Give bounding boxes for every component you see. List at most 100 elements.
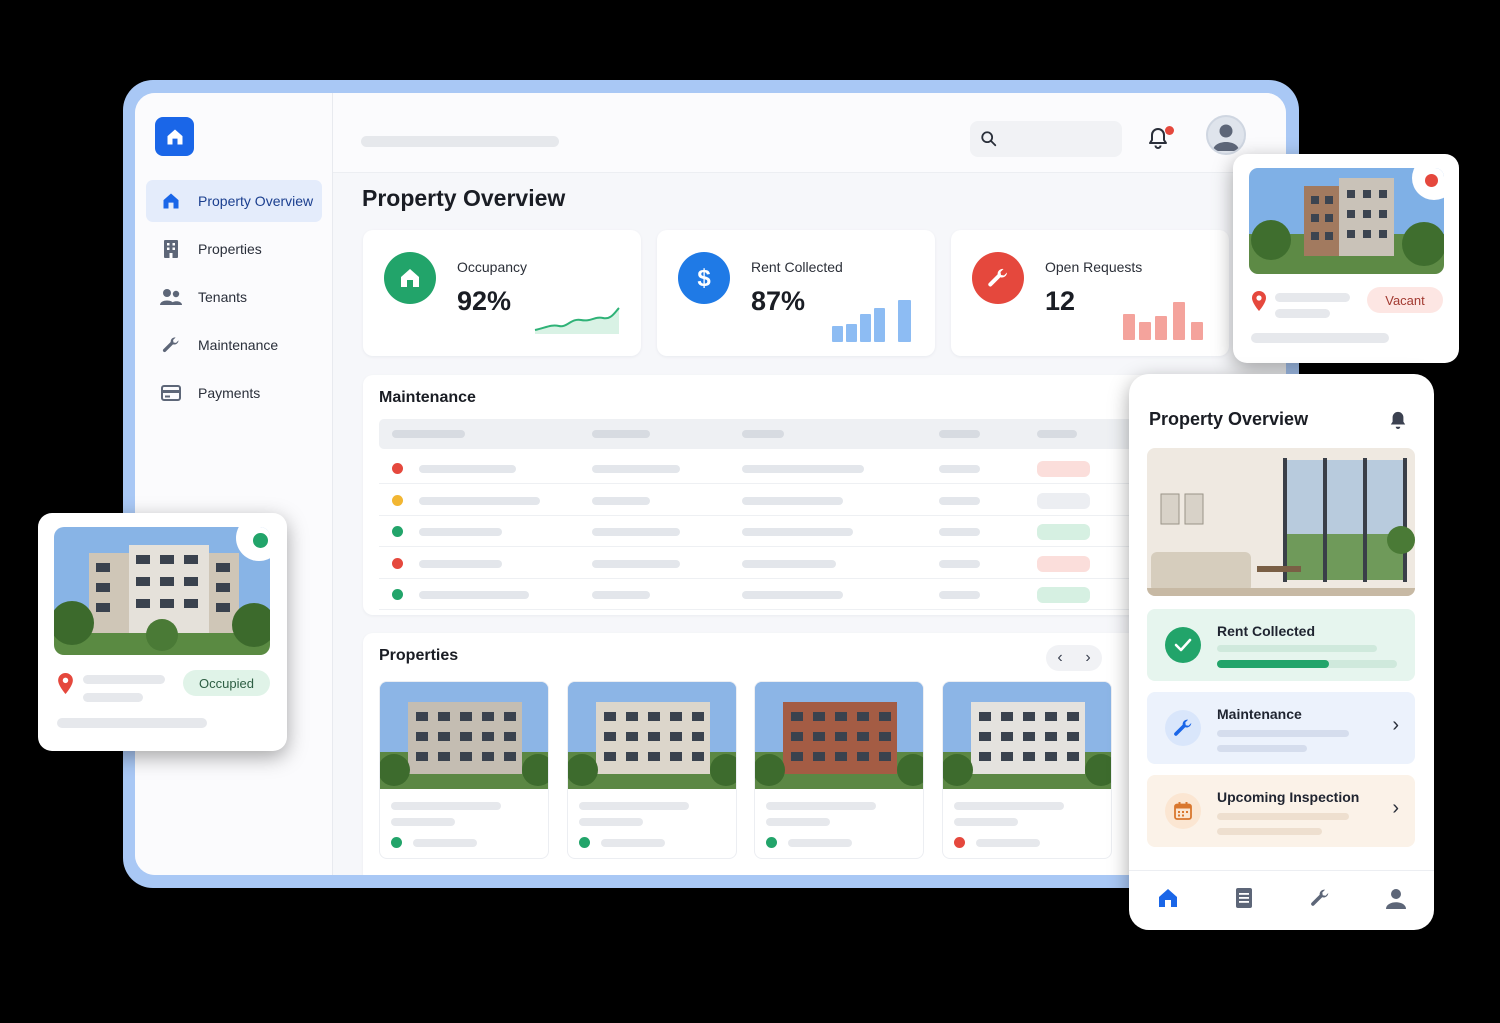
interior-photo: [1147, 448, 1415, 596]
carousel-next-button[interactable]: ›: [1085, 649, 1090, 667]
calendar-icon: [1165, 793, 1201, 829]
users-icon: [160, 286, 182, 308]
status-dot: [578, 837, 590, 848]
sidebar-item-properties[interactable]: Properties: [146, 228, 322, 270]
location-pin-icon: [58, 673, 73, 694]
topbar: [333, 93, 1286, 173]
table-row[interactable]: [379, 485, 1139, 516]
kpi-label: Occupancy: [457, 259, 528, 275]
document-icon[interactable]: [1234, 887, 1254, 914]
credit-card-icon: [160, 382, 182, 404]
mobile-title: Property Overview: [1149, 409, 1309, 429]
occupancy-sparkline: [534, 307, 620, 334]
kpi-value: 87%: [751, 286, 806, 316]
sidebar-item-payments[interactable]: Payments: [146, 372, 322, 414]
status-pill: [1037, 555, 1090, 572]
kpi-card-rent-collected: $ Rent Collected 87%: [657, 230, 935, 356]
carousel-prev-button[interactable]: ‹: [1057, 649, 1062, 667]
wrench-icon: [972, 252, 1024, 304]
kpi-card-occupancy: Occupancy 92%: [363, 230, 641, 356]
search-input[interactable]: [970, 121, 1122, 157]
chevron-right-icon: ›: [1392, 797, 1399, 819]
status-pill: [1037, 587, 1090, 603]
maintenance-title: Maintenance: [379, 389, 476, 406]
app-logo-home-icon[interactable]: [155, 117, 194, 156]
status-pill: [1037, 461, 1090, 477]
dashboard-window: Property Overview Properties Tenants Mai…: [135, 93, 1286, 875]
rent-progress-fill: [1217, 660, 1329, 668]
notification-bell-icon[interactable]: [1389, 410, 1407, 435]
property-card[interactable]: [754, 681, 924, 859]
row-label: Rent Collected: [1217, 623, 1316, 639]
status-dot: [392, 557, 403, 569]
status-badge: Vacant: [1367, 287, 1443, 313]
property-photo: [567, 682, 736, 789]
sidebar-item-label: Property Overview: [198, 193, 314, 209]
kpi-label: Open Requests: [1045, 259, 1143, 275]
requests-bar-sparkline: [1123, 302, 1203, 340]
upcoming-inspection-card[interactable]: Upcoming Inspection ›: [1147, 775, 1415, 847]
sidebar-item-property-overview[interactable]: Property Overview: [146, 180, 322, 222]
status-dot: [766, 837, 777, 848]
occupied-property-card[interactable]: Occupied: [38, 513, 287, 751]
sidebar-item-label: Properties: [198, 241, 262, 257]
properties-panel: Properties ‹ ›: [363, 633, 1153, 875]
wrench-icon: [1165, 710, 1201, 746]
sidebar-nav: Property Overview Properties Tenants Mai…: [146, 180, 322, 420]
status-dot: [391, 837, 402, 848]
table-row[interactable]: [379, 548, 1139, 579]
checkmark-icon: [1165, 627, 1201, 663]
sidebar-item-tenants[interactable]: Tenants: [146, 276, 322, 318]
profile-icon[interactable]: [1385, 887, 1407, 914]
status-dot: [392, 463, 403, 474]
sidebar-item-label: Maintenance: [198, 337, 279, 353]
breadcrumb-placeholder: [361, 136, 559, 147]
property-card[interactable]: [566, 681, 737, 859]
properties-title: Properties: [379, 647, 459, 664]
kpi-value: 92%: [457, 286, 512, 316]
home-icon[interactable]: [1156, 886, 1180, 915]
property-photo: [54, 527, 270, 655]
status-dot: [392, 589, 403, 600]
property-photo: [942, 682, 1111, 789]
rent-collected-card[interactable]: Rent Collected: [1147, 609, 1415, 681]
sidebar: Property Overview Properties Tenants Mai…: [135, 93, 333, 875]
location-pin-icon: [1252, 291, 1266, 311]
wrench-icon: [160, 334, 182, 356]
sidebar-item-label: Tenants: [198, 289, 248, 305]
status-dot: [392, 526, 403, 537]
property-photo: [380, 682, 548, 789]
property-photo: [755, 682, 923, 789]
status-dot: [253, 533, 268, 548]
property-card[interactable]: [941, 681, 1112, 859]
table-row[interactable]: [379, 516, 1139, 547]
dollar-icon: $: [678, 252, 730, 304]
status-pill: [1037, 492, 1090, 509]
rent-progress-bar: [1217, 660, 1397, 668]
table-row[interactable]: [379, 579, 1139, 610]
table-header: [379, 419, 1139, 449]
building-icon: [160, 238, 182, 260]
home-icon: [384, 252, 436, 304]
sidebar-item-label: Payments: [198, 385, 261, 401]
avatar[interactable]: [1206, 115, 1246, 155]
sidebar-item-maintenance[interactable]: Maintenance: [146, 324, 322, 366]
svg-text:$: $: [697, 265, 711, 292]
row-label: Maintenance: [1217, 706, 1302, 722]
address-placeholder: [1275, 293, 1350, 302]
mobile-app: Property Overview Rent Collected Mainten…: [1129, 374, 1434, 930]
status-dot: [1425, 174, 1438, 187]
chevron-right-icon: ›: [1392, 714, 1399, 736]
wrench-icon[interactable]: [1309, 887, 1331, 914]
rent-bar-sparkline: [832, 300, 911, 342]
maintenance-panel: Maintenance: [363, 375, 1153, 615]
kpi-label: Rent Collected: [751, 259, 843, 275]
mobile-tab-bar: [1129, 870, 1434, 930]
kpi-card-open-requests: Open Requests 12: [951, 230, 1229, 356]
maintenance-card[interactable]: Maintenance ›: [1147, 692, 1415, 764]
page-title: Property Overview: [362, 185, 566, 211]
property-card[interactable]: [379, 681, 549, 859]
status-dot: [392, 494, 403, 506]
vacant-property-card[interactable]: Vacant: [1233, 154, 1459, 363]
table-row[interactable]: [379, 453, 1139, 484]
